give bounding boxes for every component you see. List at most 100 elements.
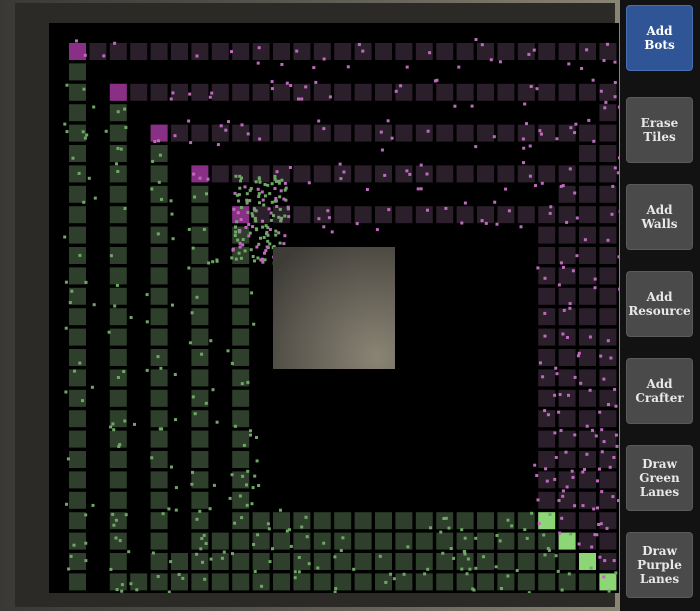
add-crafter-button[interactable]: Add Crafter (626, 358, 693, 424)
purple-lane-tile (579, 124, 596, 142)
green-bot (81, 130, 85, 134)
green-lane-tile (109, 451, 127, 468)
green-bot (543, 553, 547, 557)
green-bot (316, 566, 320, 570)
game-board[interactable] (15, 3, 619, 607)
green-lane-tile (150, 247, 168, 264)
bot (280, 178, 284, 182)
purple-lane-tile (558, 43, 576, 60)
green-crafter-tile (558, 532, 576, 550)
purple-lane-tile (579, 185, 596, 203)
purple-bot (615, 444, 619, 448)
green-lane-tile (415, 532, 433, 550)
purple-bot (189, 141, 193, 145)
purple-bot (326, 209, 330, 213)
bot (260, 190, 264, 194)
purple-lane-tile (354, 206, 372, 224)
erase-tiles-button[interactable]: Erase Tiles (626, 97, 693, 163)
add-resource-button[interactable]: Add Resource (626, 271, 693, 337)
purple-lane-tile (477, 165, 494, 183)
purple-bot (525, 122, 528, 126)
draw-purple-lanes-button[interactable]: Draw Purple Lanes (626, 532, 693, 598)
add-walls-button[interactable]: Add Walls (626, 184, 693, 250)
purple-bot (498, 60, 502, 64)
bot (249, 187, 253, 190)
bot (265, 245, 269, 249)
purple-bot (219, 124, 223, 128)
purple-bot (444, 206, 448, 210)
bot (278, 195, 282, 199)
purple-bot (540, 181, 544, 185)
purple-bot (535, 474, 539, 477)
purple-bot (579, 381, 583, 385)
green-bot (569, 532, 573, 536)
bot (247, 234, 251, 238)
green-bot (506, 518, 510, 522)
green-bot (378, 554, 382, 558)
bot (273, 177, 277, 181)
green-bot (449, 547, 453, 550)
green-bot (67, 567, 71, 571)
bot (274, 233, 278, 237)
purple-bot (568, 306, 572, 310)
bot (239, 218, 243, 221)
purple-lane-tile (599, 124, 617, 142)
purple-lane-tile (354, 165, 372, 183)
purple-bot (559, 429, 563, 432)
green-lane-tile (109, 389, 127, 407)
green-bot (271, 547, 274, 551)
green-bot (242, 443, 246, 447)
purple-bot (504, 187, 508, 191)
green-bot (82, 200, 86, 204)
green-bot (151, 159, 155, 163)
green-bot (113, 304, 117, 308)
green-bot (245, 503, 249, 507)
purple-lane-tile (579, 328, 596, 346)
purple-bot (545, 479, 549, 483)
purple-bot (453, 104, 457, 108)
green-lane-tile (191, 206, 209, 224)
green-bot (191, 470, 194, 474)
purple-bot (561, 489, 565, 493)
green-bot (614, 571, 618, 575)
purple-bot (553, 477, 557, 481)
purple-lane-tile (558, 185, 576, 203)
purple-bot (617, 255, 619, 259)
draw-green-lanes-button[interactable]: Draw Green Lanes (626, 445, 693, 511)
purple-lane-tile (211, 83, 229, 101)
purple-lane-tile (599, 267, 617, 285)
purple-bot (540, 132, 543, 136)
purple-bot (322, 225, 326, 229)
green-bot (85, 133, 89, 137)
purple-lane-tile (334, 43, 352, 60)
green-bot (92, 105, 96, 109)
green-bot (135, 588, 139, 592)
tile-grid-canvas[interactable] (49, 23, 619, 593)
purple-bot (543, 276, 547, 280)
purple-lane-tile (579, 226, 596, 244)
green-bot (474, 566, 478, 570)
purple-lane-tile (334, 165, 352, 183)
bot (275, 205, 279, 208)
green-bot (66, 457, 70, 461)
green-bot (607, 589, 611, 593)
bot (261, 225, 265, 229)
tile-grid[interactable] (49, 23, 619, 593)
bot (238, 245, 242, 249)
purple-lane-tile (538, 43, 556, 60)
green-lane-tile (273, 573, 290, 591)
green-bot (201, 560, 204, 564)
purple-bot (230, 50, 233, 54)
tool-sidebar: Add Bots Erase Tiles Add Walls Add Resou… (620, 0, 700, 611)
add-bots-button[interactable]: Add Bots (626, 5, 693, 71)
green-lane-tile (456, 553, 474, 570)
green-lane-tile (69, 267, 86, 285)
green-bot (474, 536, 478, 540)
green-lane-tile (477, 553, 494, 570)
purple-bot (562, 265, 565, 269)
purple-bot (602, 59, 606, 62)
purple-bot (567, 393, 570, 397)
bot (268, 228, 272, 231)
green-bot (69, 554, 73, 558)
purple-lane-tile (252, 83, 270, 101)
